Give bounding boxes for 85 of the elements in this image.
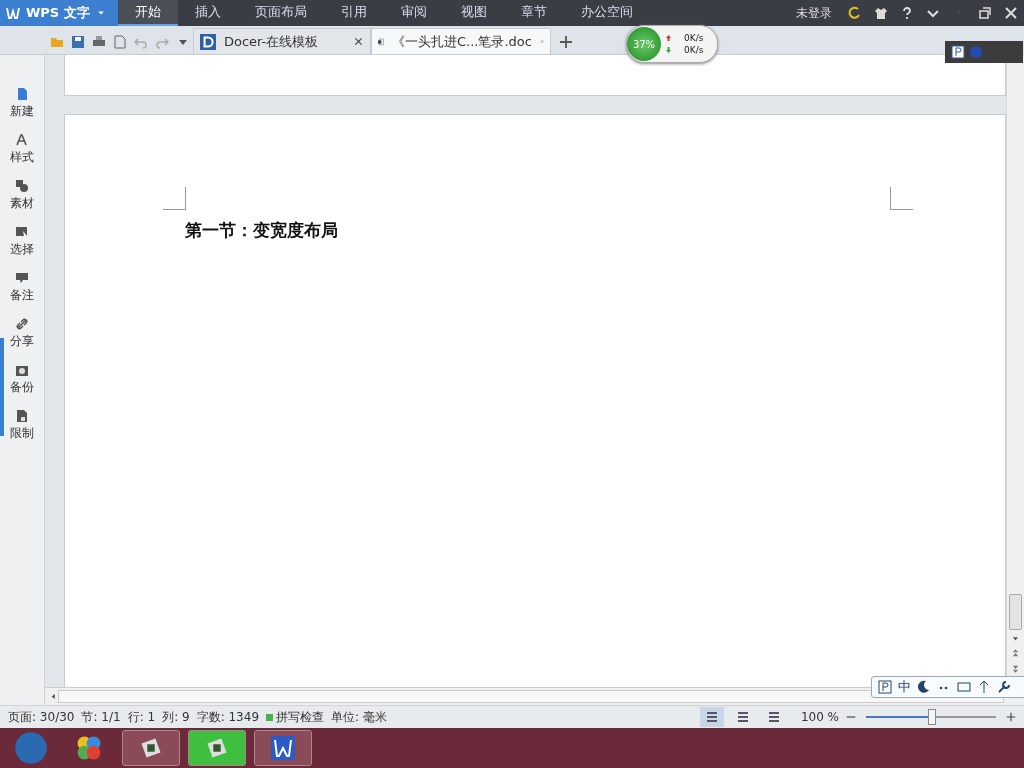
save-icon bbox=[70, 35, 85, 49]
status-item: 字数: 1349 bbox=[196, 708, 260, 726]
menu-tab[interactable]: 开始 bbox=[118, 0, 178, 26]
taskbar-button[interactable] bbox=[254, 730, 312, 766]
menu-tab[interactable]: 办公空间 bbox=[564, 0, 650, 26]
moon-icon bbox=[917, 680, 931, 694]
plus-icon bbox=[559, 35, 573, 49]
zoom-reading: 100 % bbox=[800, 710, 839, 724]
menu-tab[interactable]: 章节 bbox=[504, 0, 564, 26]
folder-icon bbox=[49, 35, 64, 49]
taskbar-button[interactable] bbox=[122, 730, 180, 766]
status-item: 页面: 30/30 bbox=[8, 708, 75, 726]
sidebar-item[interactable]: 备注 bbox=[10, 271, 34, 304]
redo-icon bbox=[154, 35, 169, 49]
app-menu-button[interactable]: WPS 文字 bbox=[0, 0, 118, 26]
print-preview-icon bbox=[112, 35, 127, 49]
menu-tab[interactable]: 审阅 bbox=[384, 0, 444, 26]
input-mode[interactable]: 中 bbox=[898, 678, 911, 696]
print-icon bbox=[91, 35, 106, 49]
status-item: 列: 9 bbox=[162, 708, 190, 726]
p-icon bbox=[878, 680, 892, 694]
menu-tab[interactable]: 引用 bbox=[324, 0, 384, 26]
sidebar-item[interactable]: 备份 bbox=[10, 363, 34, 396]
shirt-icon bbox=[874, 6, 888, 20]
help-icon bbox=[900, 6, 914, 20]
margin-corner-mark bbox=[890, 187, 913, 210]
windows-orb-icon bbox=[14, 731, 48, 765]
wps-logo-icon bbox=[269, 734, 297, 762]
select-icon bbox=[15, 225, 29, 239]
keyboard-icon bbox=[957, 680, 971, 694]
next-page-icon bbox=[1011, 663, 1020, 675]
backup-icon bbox=[15, 363, 29, 377]
sidebar-item[interactable]: 素材 bbox=[10, 179, 34, 212]
split-arrows-icon bbox=[977, 680, 991, 694]
taskbar-button[interactable] bbox=[188, 730, 246, 766]
close-icon bbox=[353, 36, 364, 47]
arrow-down-icon bbox=[1011, 634, 1020, 643]
document-tab[interactable]: Docer-在线模板 bbox=[193, 28, 371, 54]
help-icon bbox=[969, 45, 983, 59]
close-icon bbox=[1004, 6, 1018, 20]
refresh-icon bbox=[848, 6, 862, 20]
usage-percent: 37% bbox=[627, 27, 661, 61]
login-status[interactable]: 未登录 bbox=[796, 4, 832, 22]
sidebar-item[interactable]: 选择 bbox=[10, 225, 34, 258]
menu-tab[interactable]: 视图 bbox=[444, 0, 504, 26]
zoom-slider-thumb[interactable] bbox=[928, 709, 936, 725]
status-item: 节: 1/1 bbox=[81, 708, 121, 726]
previous-page-icon bbox=[1011, 647, 1020, 659]
zoom-slider[interactable] bbox=[863, 709, 999, 725]
download-speed: 0K/s bbox=[684, 45, 704, 55]
sidebar-item[interactable]: 样式 bbox=[10, 133, 34, 166]
shapes-icon bbox=[15, 179, 29, 193]
page-view-icon bbox=[704, 710, 719, 724]
sidebar-item[interactable]: 新建 bbox=[10, 87, 34, 120]
sidebar-item[interactable]: 限制 bbox=[10, 409, 34, 442]
undo-icon bbox=[133, 35, 148, 49]
logo-icon bbox=[6, 6, 20, 20]
document-icon bbox=[15, 87, 29, 101]
comment-icon bbox=[15, 271, 29, 285]
link-icon bbox=[15, 317, 29, 331]
menu-tab[interactable]: 页面布局 bbox=[238, 0, 324, 26]
restrict-icon bbox=[15, 409, 29, 423]
menu-tab[interactable]: 插入 bbox=[178, 0, 238, 26]
font-style-icon bbox=[15, 133, 29, 147]
sidebar-item[interactable]: 分享 bbox=[10, 317, 34, 350]
document-heading: 第一节：变宽度布局 bbox=[185, 219, 339, 242]
arrow-down-icon bbox=[665, 46, 672, 54]
document-tab[interactable]: 《一头扎进C...笔录.doc bbox=[371, 28, 551, 54]
arrow-up-icon bbox=[665, 34, 672, 42]
outline-view-icon bbox=[735, 710, 750, 724]
upload-speed: 0K/s bbox=[684, 33, 704, 43]
view-mode-button[interactable] bbox=[699, 707, 724, 727]
web-view-icon bbox=[766, 710, 781, 724]
status-item: 单位: 毫米 bbox=[331, 708, 387, 726]
scrollbar-thumb[interactable] bbox=[1009, 594, 1022, 630]
margin-corner-mark bbox=[163, 187, 186, 210]
zoom-in-icon bbox=[1006, 712, 1016, 722]
docer-logo-icon bbox=[200, 33, 216, 50]
status-item[interactable]: 拼写检查 bbox=[266, 708, 325, 726]
p-icon bbox=[951, 45, 965, 59]
arrow-left-icon bbox=[49, 692, 58, 701]
status-item: 行: 1 bbox=[127, 708, 156, 726]
sidebar-handle[interactable] bbox=[0, 338, 4, 436]
restore-icon bbox=[978, 6, 992, 20]
wrench-icon bbox=[997, 680, 1011, 694]
